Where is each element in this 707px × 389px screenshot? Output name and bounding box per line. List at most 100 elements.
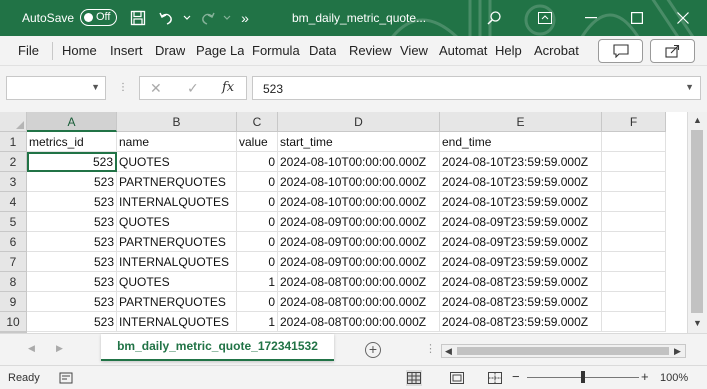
table-cell[interactable]: 2024-08-10T23:59:59.000Z <box>440 172 602 192</box>
row-header[interactable]: 2 <box>0 152 27 172</box>
table-cell[interactable]: 2024-08-09T23:59:59.000Z <box>440 252 602 272</box>
table-cell[interactable]: 1 <box>237 312 278 332</box>
table-cell[interactable]: 1 <box>237 272 278 292</box>
table-cell[interactable]: 2024-08-09T00:00:00.000Z <box>278 212 440 232</box>
scroll-up-icon[interactable]: ▲ <box>693 115 702 125</box>
table-cell[interactable]: 2024-08-08T23:59:59.000Z <box>440 272 602 292</box>
prev-sheet-icon[interactable]: ◀ <box>28 343 35 354</box>
header-cell[interactable] <box>602 132 666 152</box>
tab-page-layout[interactable]: Page La <box>196 43 244 58</box>
table-cell[interactable]: QUOTES <box>117 212 237 232</box>
table-cell[interactable]: 2024-08-10T00:00:00.000Z <box>278 152 440 172</box>
column-header-c[interactable]: C <box>237 112 278 132</box>
table-cell[interactable] <box>602 252 666 272</box>
horizontal-scroll-thumb[interactable] <box>457 347 669 355</box>
tab-formulas[interactable]: Formula <box>252 43 300 58</box>
tab-acrobat[interactable]: Acrobat <box>534 43 579 58</box>
table-cell[interactable]: INTERNALQUOTES <box>117 312 237 332</box>
header-cell[interactable]: end_time <box>440 132 602 152</box>
select-all-button[interactable] <box>0 112 27 132</box>
table-cell[interactable]: 523 <box>27 272 117 292</box>
autosave-toggle[interactable]: Off <box>80 9 117 26</box>
next-sheet-icon[interactable]: ▶ <box>56 343 63 354</box>
share-button[interactable] <box>650 39 695 63</box>
maximize-icon[interactable] <box>614 0 660 36</box>
table-cell[interactable]: 523 <box>27 212 117 232</box>
close-icon[interactable] <box>660 0 706 36</box>
tab-file[interactable]: File <box>18 43 39 58</box>
column-header-f[interactable]: F <box>602 112 666 132</box>
column-header-a[interactable]: A <box>27 112 117 132</box>
zoom-slider-thumb[interactable] <box>581 371 585 383</box>
table-cell[interactable]: QUOTES <box>117 272 237 292</box>
expand-formula-icon[interactable]: ▼ <box>685 82 694 92</box>
table-cell[interactable]: QUOTES <box>117 152 237 172</box>
row-header[interactable]: 10 <box>0 312 27 332</box>
redo-dropdown-icon[interactable] <box>217 8 237 28</box>
table-cell[interactable]: INTERNALQUOTES <box>117 192 237 212</box>
table-cell[interactable]: 0 <box>237 152 278 172</box>
tab-insert[interactable]: Insert <box>110 43 143 58</box>
table-cell[interactable]: 2024-08-10T23:59:59.000Z <box>440 192 602 212</box>
table-cell[interactable] <box>602 232 666 252</box>
table-cell[interactable]: 2024-08-08T00:00:00.000Z <box>278 292 440 312</box>
vertical-scroll-thumb[interactable] <box>691 130 703 313</box>
table-cell[interactable]: 0 <box>237 252 278 272</box>
vertical-scrollbar[interactable]: ▲ ▼ <box>687 112 707 333</box>
name-box[interactable]: ▼ <box>6 76 106 100</box>
sheet-tab-active[interactable]: bm_daily_metric_quote_172341532 <box>101 334 334 361</box>
horizontal-scrollbar[interactable]: ◀ ▶ <box>441 344 686 358</box>
table-cell[interactable]: 2024-08-09T23:59:59.000Z <box>440 212 602 232</box>
row-header[interactable]: 8 <box>0 272 27 292</box>
scroll-right-icon[interactable]: ▶ <box>674 346 681 357</box>
worksheet-grid[interactable]: A B C D E F 1 metrics_id name value start_time end_… <box>0 112 687 333</box>
tab-automate[interactable]: Automat <box>439 43 489 58</box>
table-cell[interactable] <box>602 192 666 212</box>
enter-icon[interactable]: ✓ <box>187 80 199 97</box>
search-icon[interactable] <box>484 8 504 28</box>
row-header[interactable]: 9 <box>0 292 27 312</box>
undo-dropdown-icon[interactable] <box>177 8 197 28</box>
table-cell[interactable] <box>602 212 666 232</box>
table-cell[interactable]: PARTNERQUOTES <box>117 292 237 312</box>
ribbon-display-icon[interactable] <box>522 0 568 36</box>
table-cell[interactable]: 2024-08-08T00:00:00.000Z <box>278 272 440 292</box>
zoom-in-button[interactable]: + <box>641 369 649 384</box>
accessibility-icon[interactable] <box>58 370 74 386</box>
table-cell[interactable]: 523 <box>27 232 117 252</box>
row-header[interactable]: 3 <box>0 172 27 192</box>
tab-review[interactable]: Review <box>349 43 392 58</box>
table-cell[interactable]: 0 <box>237 192 278 212</box>
row-header[interactable]: 4 <box>0 192 27 212</box>
comments-button[interactable] <box>598 39 643 63</box>
document-title[interactable]: bm_daily_metric_quote... <box>292 11 426 25</box>
row-header[interactable]: 6 <box>0 232 27 252</box>
table-cell[interactable]: PARTNERQUOTES <box>117 232 237 252</box>
table-cell[interactable]: 2024-08-09T23:59:59.000Z <box>440 232 602 252</box>
table-cell[interactable] <box>602 312 666 332</box>
table-cell[interactable]: 2024-08-08T23:59:59.000Z <box>440 312 602 332</box>
tab-home[interactable]: Home <box>62 43 97 58</box>
scroll-down-icon[interactable]: ▼ <box>693 318 702 328</box>
table-cell[interactable]: INTERNALQUOTES <box>117 252 237 272</box>
table-cell[interactable] <box>602 172 666 192</box>
table-cell[interactable]: 2024-08-08T23:59:59.000Z <box>440 292 602 312</box>
redo-icon[interactable] <box>198 8 218 28</box>
zoom-out-button[interactable]: − <box>512 369 520 384</box>
column-header-b[interactable]: B <box>117 112 237 132</box>
table-cell[interactable]: PARTNERQUOTES <box>117 172 237 192</box>
page-break-icon[interactable] <box>487 370 503 386</box>
cancel-icon[interactable]: ✕ <box>150 80 162 97</box>
table-cell[interactable]: 0 <box>237 172 278 192</box>
table-cell[interactable]: 2024-08-08T00:00:00.000Z <box>278 312 440 332</box>
table-cell[interactable] <box>602 292 666 312</box>
table-cell[interactable]: 2024-08-10T00:00:00.000Z <box>278 172 440 192</box>
table-cell[interactable]: 523 <box>27 172 117 192</box>
zoom-level[interactable]: 100% <box>660 372 688 384</box>
header-cell[interactable]: metrics_id <box>27 132 117 152</box>
row-header[interactable]: 7 <box>0 252 27 272</box>
column-header-d[interactable]: D <box>278 112 440 132</box>
table-cell[interactable]: 523 <box>27 152 117 172</box>
normal-view-icon[interactable] <box>406 370 422 386</box>
tab-draw[interactable]: Draw <box>155 43 185 58</box>
